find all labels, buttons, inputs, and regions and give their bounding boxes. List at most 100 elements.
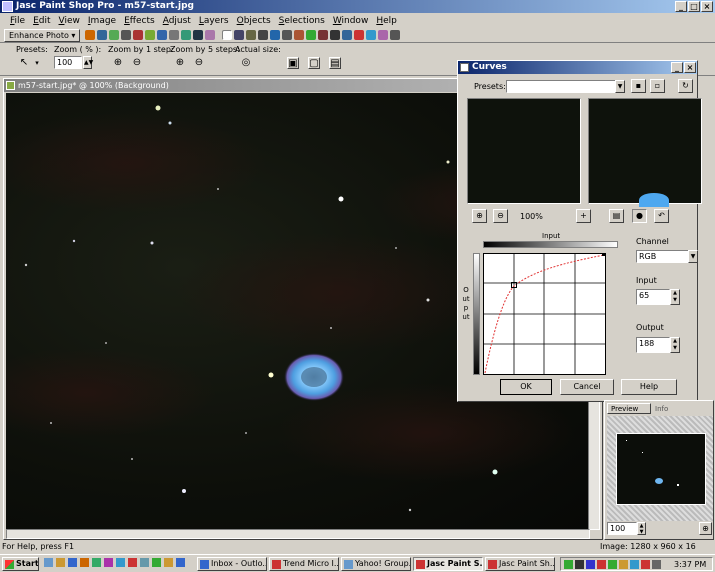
brush-tool-icon[interactable] xyxy=(282,30,293,40)
pen-tool-icon[interactable] xyxy=(366,30,377,40)
quicklaunch-icon[interactable] xyxy=(56,558,65,567)
quicklaunch-icon[interactable] xyxy=(92,558,101,567)
task-paint-shop-active[interactable]: Jasc Paint S... xyxy=(413,557,483,571)
menu-view[interactable]: View xyxy=(59,16,80,26)
tab-info[interactable]: Info xyxy=(652,404,680,414)
shape-tool-icon[interactable] xyxy=(354,30,365,40)
auto-proof-icon[interactable]: ● xyxy=(632,209,647,223)
proof-icon[interactable]: ▤ xyxy=(609,209,624,223)
full-screen-icon[interactable]: ▤ xyxy=(329,57,341,69)
pointer-preset-icon[interactable]: ↖ xyxy=(18,57,30,69)
curves-close-button[interactable]: × xyxy=(684,62,696,73)
app-icon[interactable] xyxy=(2,1,13,12)
start-button[interactable]: Start xyxy=(2,557,39,571)
quicklaunch-icon[interactable] xyxy=(80,558,89,567)
menu-selections[interactable]: Selections xyxy=(279,16,325,26)
quicklaunch-icon[interactable] xyxy=(128,558,137,567)
tray-icon[interactable] xyxy=(586,560,595,569)
warp-tool-icon[interactable] xyxy=(390,30,401,40)
minimize-button[interactable]: _ xyxy=(675,1,687,12)
quicklaunch-icon[interactable] xyxy=(44,558,53,567)
task-yahoo-groups[interactable]: Yahoo! Group... xyxy=(341,557,411,571)
picture-tube-icon[interactable] xyxy=(378,30,389,40)
tool-icon[interactable] xyxy=(205,30,216,40)
tray-icon[interactable] xyxy=(652,560,661,569)
tool-icon[interactable] xyxy=(85,30,96,40)
tray-icon[interactable] xyxy=(630,560,639,569)
tool-icon[interactable] xyxy=(121,30,132,40)
menu-image[interactable]: Image xyxy=(88,16,116,26)
fill-tool-icon[interactable] xyxy=(330,30,341,40)
retouch-tool-icon[interactable] xyxy=(306,30,317,40)
quicklaunch-icon[interactable] xyxy=(176,558,185,567)
menu-file[interactable]: File xyxy=(10,16,25,26)
image-horizontal-scrollbar[interactable] xyxy=(6,529,590,539)
menu-edit[interactable]: Edit xyxy=(33,16,50,26)
tool-icon[interactable] xyxy=(145,30,156,40)
clock[interactable]: 3:37 PM xyxy=(674,559,706,570)
maximize-button[interactable]: □ xyxy=(688,1,700,12)
tray-icon[interactable] xyxy=(597,560,606,569)
reset-icon[interactable]: ↻ xyxy=(678,79,693,93)
curves-minimize-button[interactable]: _ xyxy=(671,62,683,73)
tray-icon[interactable] xyxy=(608,560,617,569)
selection-tool-icon[interactable] xyxy=(234,30,245,40)
fit-window-icon[interactable]: ▣ xyxy=(287,57,299,69)
tab-preview[interactable]: Preview xyxy=(607,403,651,414)
move-tool-icon[interactable] xyxy=(258,30,269,40)
pointer-tool-icon[interactable] xyxy=(222,30,233,40)
quicklaunch-icon[interactable] xyxy=(68,558,77,567)
tool-icon[interactable] xyxy=(169,30,180,40)
tool-icon[interactable] xyxy=(109,30,120,40)
zoom-in-icon[interactable]: ⊕ xyxy=(472,209,487,223)
eraser-tool-icon[interactable] xyxy=(318,30,329,40)
fit-image-icon[interactable]: ▢ xyxy=(308,57,320,69)
tool-icon[interactable] xyxy=(157,30,168,40)
tray-icon[interactable] xyxy=(564,560,573,569)
tool-icon[interactable] xyxy=(97,30,108,40)
channel-dropdown[interactable]: RGB xyxy=(636,250,692,263)
presets-dropdown-icon[interactable]: ▾ xyxy=(31,57,43,69)
quicklaunch-icon[interactable] xyxy=(164,558,173,567)
ok-button[interactable]: OK xyxy=(500,379,552,395)
enhance-photo-dropdown[interactable]: Enhance Photo ▾ xyxy=(4,28,81,42)
help-button[interactable]: Help xyxy=(621,379,677,395)
text-tool-icon[interactable] xyxy=(342,30,353,40)
quicklaunch-icon[interactable] xyxy=(140,558,149,567)
output-spinner[interactable]: ▲ ▼ xyxy=(670,337,680,353)
channel-dropdown-arrow-icon[interactable]: ▼ xyxy=(688,250,698,263)
curve-endpoint[interactable] xyxy=(602,253,605,256)
zoom-input[interactable]: 100 xyxy=(54,56,82,69)
dropper-tool-icon[interactable] xyxy=(270,30,281,40)
actual-size-icon[interactable]: ◎ xyxy=(240,57,252,69)
curves-title-bar[interactable]: Curves _ × xyxy=(458,61,697,74)
reset-view-icon[interactable]: ↶ xyxy=(654,209,669,223)
menu-help[interactable]: Help xyxy=(376,16,397,26)
curves-presets-dropdown[interactable] xyxy=(506,80,624,93)
zoom-spinner[interactable]: ▲▼ xyxy=(83,56,93,69)
save-preset-icon[interactable]: ▪ xyxy=(631,79,646,93)
tray-icon[interactable] xyxy=(575,560,584,569)
menu-adjust[interactable]: Adjust xyxy=(163,16,191,26)
pan-icon[interactable]: + xyxy=(576,209,591,223)
input-value-field[interactable]: 65 xyxy=(636,289,670,305)
tray-icon[interactable] xyxy=(641,560,650,569)
presets-dropdown-arrow-icon[interactable]: ▼ xyxy=(615,80,625,93)
cancel-button[interactable]: Cancel xyxy=(560,379,614,395)
menu-effects[interactable]: Effects xyxy=(124,16,155,26)
zoom-in-1-icon[interactable]: ⊕ xyxy=(112,57,124,69)
quicklaunch-icon[interactable] xyxy=(104,558,113,567)
input-spinner[interactable]: ▲ ▼ xyxy=(670,289,680,305)
tool-icon[interactable] xyxy=(133,30,144,40)
output-value-field[interactable]: 188 xyxy=(636,337,670,353)
app-title-bar[interactable]: Jasc Paint Shop Pro - m57-start.jpg _ □ … xyxy=(0,0,715,13)
menu-window[interactable]: Window xyxy=(333,16,369,26)
crop-tool-icon[interactable] xyxy=(246,30,257,40)
clone-tool-icon[interactable] xyxy=(294,30,305,40)
task-trend-micro[interactable]: Trend Micro I... xyxy=(269,557,339,571)
preview-zoom-icon[interactable]: ⊕ xyxy=(699,522,712,535)
zoom-out-icon[interactable]: ⊖ xyxy=(493,209,508,223)
menu-layers[interactable]: Layers xyxy=(199,16,229,26)
zoom-out-1-icon[interactable]: ⊖ xyxy=(131,57,143,69)
tool-icon[interactable] xyxy=(193,30,204,40)
